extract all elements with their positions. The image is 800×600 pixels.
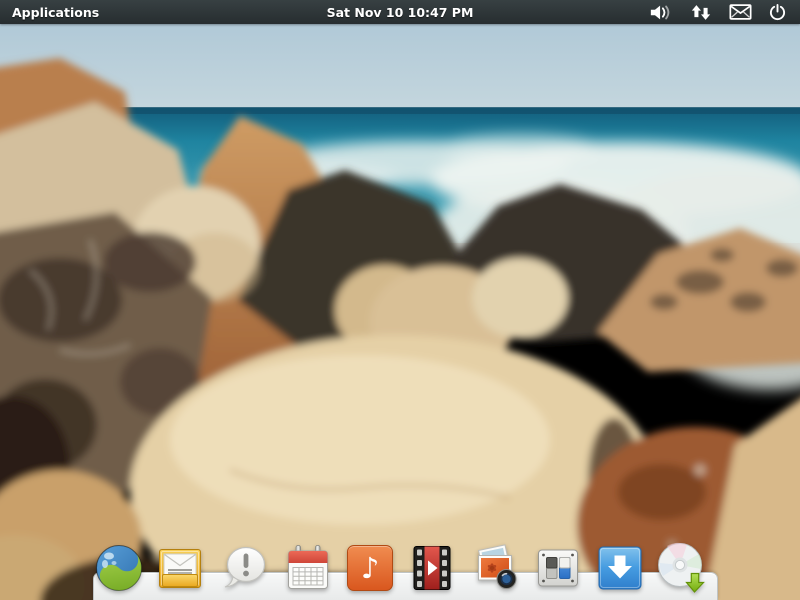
volume-indicator[interactable] (649, 0, 673, 24)
mail-envelope-icon (156, 544, 204, 592)
top-panel: Applications Sat Nov 10 10:47 PM (0, 0, 800, 24)
mail-indicator[interactable] (729, 0, 752, 24)
dock-item-photos[interactable] (471, 544, 519, 592)
panel-indicators (649, 0, 800, 24)
music-note-icon: ♪ (347, 545, 393, 591)
wallpaper-image (0, 0, 800, 600)
applications-menu[interactable]: Applications (0, 0, 111, 24)
photo-stack-camera-icon (471, 544, 519, 592)
dock-item-videos[interactable] (408, 544, 456, 592)
applications-menu-label: Applications (12, 5, 99, 20)
dock-item-music[interactable]: ♪ (346, 544, 394, 592)
dock-item-downloads[interactable] (596, 544, 644, 592)
desktop: Applications Sat Nov 10 10:47 PM (0, 0, 800, 600)
network-indicator[interactable] (690, 0, 712, 24)
filmstrip-play-icon (408, 544, 456, 592)
cd-download-icon (657, 541, 709, 593)
dock-item-mail[interactable] (156, 544, 204, 592)
dock-item-disc-burner[interactable] (657, 541, 709, 593)
clock-label: Sat Nov 10 10:47 PM (327, 5, 474, 20)
power-indicator[interactable] (769, 0, 786, 24)
speaker-volume-icon (649, 4, 673, 21)
dock-item-system-settings[interactable] (534, 544, 582, 592)
calendar-icon (284, 544, 332, 592)
power-icon (769, 4, 786, 21)
download-arrow-icon (596, 544, 644, 592)
dock-item-chat[interactable] (221, 544, 269, 592)
chat-bubble-exclamation-icon (221, 544, 269, 592)
toggle-switches-icon (534, 544, 582, 592)
envelope-icon (729, 4, 752, 20)
dock-item-calendar[interactable] (284, 544, 332, 592)
dock-item-web-browser[interactable] (95, 544, 143, 592)
up-down-arrows-icon (690, 4, 712, 21)
globe-icon (95, 544, 143, 592)
